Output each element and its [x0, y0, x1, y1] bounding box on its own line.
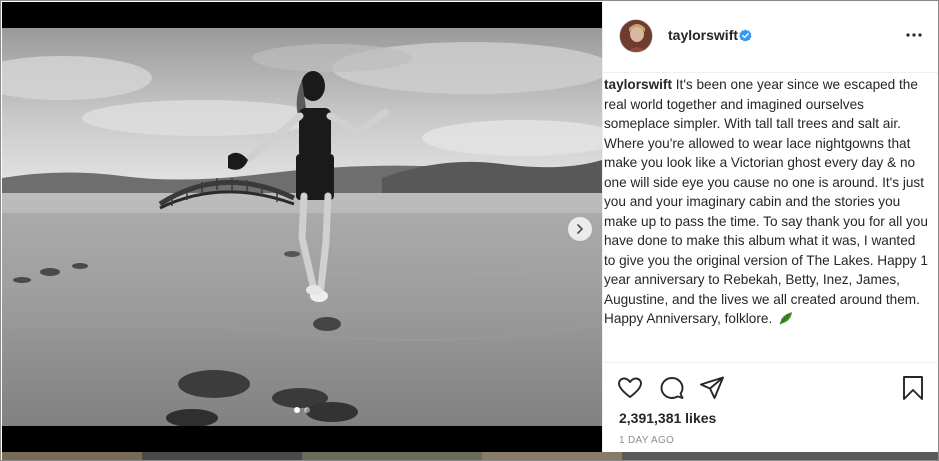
- more-options-button[interactable]: [903, 24, 925, 46]
- post-username[interactable]: taylorswift: [668, 27, 738, 43]
- post-details-panel: taylorswift taylorswift It's been one ye…: [602, 2, 938, 452]
- carousel-dot: [304, 407, 310, 413]
- caption-area: taylorswift It's been one year since we …: [603, 73, 938, 363]
- comment-icon[interactable]: [659, 375, 685, 401]
- chevron-right-icon: [577, 224, 583, 234]
- bookmark-icon[interactable]: [900, 375, 926, 401]
- caption-username[interactable]: taylorswift: [604, 77, 672, 92]
- verified-badge-icon: [739, 29, 752, 42]
- more-options-icon: [906, 33, 922, 37]
- caption-text: It's been one year since we escaped the …: [604, 77, 928, 326]
- paper-plane-icon[interactable]: [699, 375, 725, 401]
- carousel-next-button[interactable]: [568, 217, 592, 241]
- post-timestamp[interactable]: 1 DAY AGO: [619, 435, 674, 446]
- instagram-post-modal: taylorswift taylorswift It's been one ye…: [0, 0, 939, 461]
- carousel-dot-active: [294, 407, 300, 413]
- likes-count[interactable]: 2,391,381 likes: [619, 410, 716, 426]
- post-caption: taylorswift It's been one year since we …: [604, 75, 930, 329]
- post-photo: [2, 28, 602, 426]
- heart-icon[interactable]: [617, 375, 643, 401]
- post-actions: 2,391,381 likes 1 DAY AGO: [603, 362, 938, 452]
- avatar[interactable]: [619, 19, 653, 53]
- carousel-indicator: [294, 407, 310, 413]
- post-header: taylorswift: [603, 2, 938, 73]
- background-page-strip: [2, 452, 938, 460]
- leaf-emoji-icon: [779, 312, 793, 325]
- post-media: [2, 2, 602, 452]
